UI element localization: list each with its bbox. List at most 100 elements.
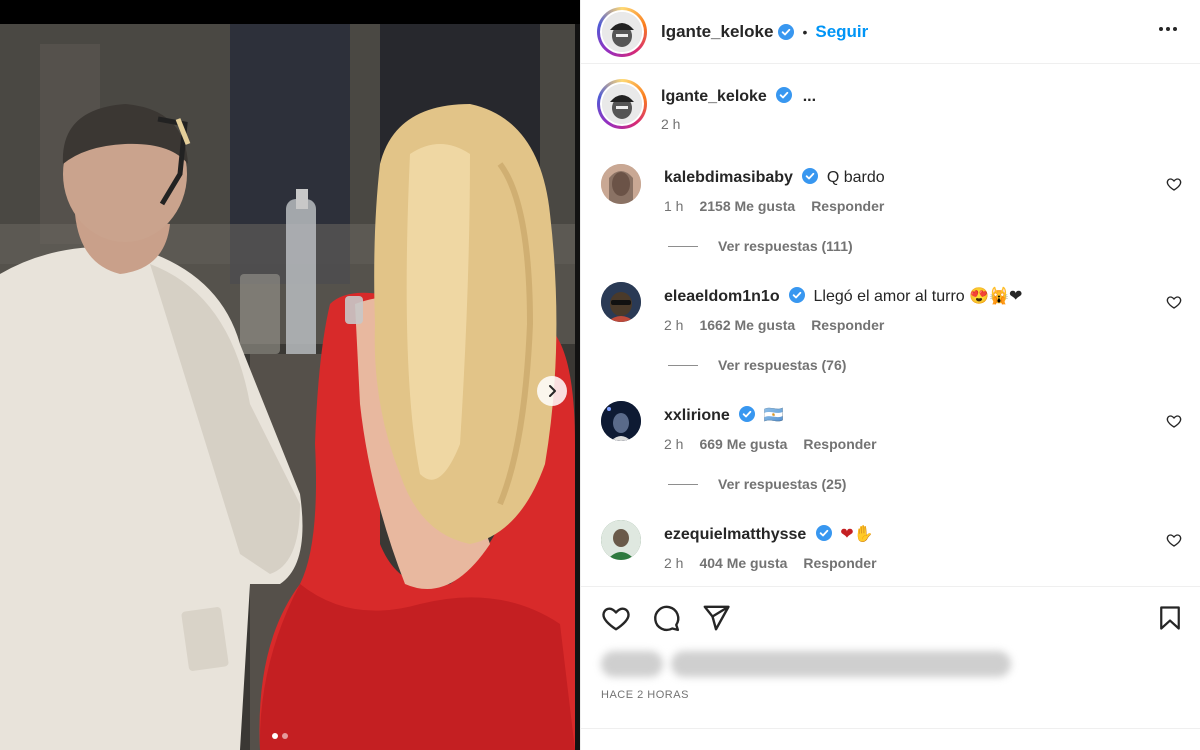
carousel-dot-active: [272, 733, 278, 739]
comment-time[interactable]: 1 h: [664, 198, 683, 214]
verified-badge-icon: [815, 525, 832, 541]
post-caption: lgante_keloke ... 2 h: [581, 65, 1200, 132]
replies-line: [668, 483, 698, 485]
reply-button[interactable]: Responder: [803, 555, 876, 571]
caption-username[interactable]: lgante_keloke: [661, 88, 767, 105]
more-horizontal-icon: [1159, 27, 1177, 31]
comment-item: kalebdimasibaby Q bardo 1 h 2158 Me gust…: [581, 164, 1200, 214]
post-header: lgante_keloke • Seguir: [581, 0, 1200, 64]
avatar-portrait: [601, 520, 641, 560]
comment-line: eleaeldom1n1o Llegó el amor al turro 😍🙀❤: [664, 286, 1022, 306]
carousel-dots: [272, 733, 288, 739]
caption-body: lgante_keloke ... 2 h: [661, 79, 816, 132]
avatar-image: [602, 11, 642, 52]
view-replies-label: Ver respuestas (111): [718, 238, 853, 254]
comment-item: xxlirione 🇦🇷 2 h 669 Me gusta Responder: [581, 401, 1200, 452]
comment-line: kalebdimasibaby Q bardo: [664, 168, 885, 187]
caption-avatar[interactable]: [597, 79, 647, 129]
comment-avatar[interactable]: [601, 401, 641, 441]
avatar-inner: [600, 82, 644, 126]
verified-badge-icon: [802, 168, 819, 184]
verified-badge-icon: [739, 406, 756, 422]
comment-likes[interactable]: 2158 Me gusta: [699, 198, 795, 214]
like-comment-heart-icon[interactable]: [1166, 294, 1182, 310]
comment-avatar[interactable]: [601, 164, 641, 204]
author-avatar[interactable]: [597, 6, 647, 57]
avatar-portrait: [602, 84, 642, 124]
comment-item: eleaeldom1n1o Llegó el amor al turro 😍🙀❤…: [581, 282, 1200, 333]
comment-text: 🇦🇷: [763, 407, 784, 424]
replies-line: [668, 364, 698, 366]
dot-separator: •: [802, 23, 808, 40]
comment-meta: 1 h 2158 Me gusta Responder: [664, 198, 885, 214]
comment-meta: 2 h 1662 Me gusta Responder: [664, 317, 1022, 333]
comment-username[interactable]: xxlirione: [664, 407, 730, 424]
comment-body: kalebdimasibaby Q bardo 1 h 2158 Me gust…: [664, 164, 885, 214]
comment-item: ezequielmatthysse ❤✋ 2 h 404 Me gusta Re…: [581, 520, 1200, 571]
like-comment-heart-icon[interactable]: [1166, 176, 1182, 192]
reply-button[interactable]: Responder: [811, 198, 884, 214]
post-side-panel: lgante_keloke • Seguir lgante_keloke ...…: [580, 0, 1200, 750]
comment-username[interactable]: ezequielmatthysse: [664, 526, 806, 543]
photo-top-bar: [0, 0, 580, 24]
post-photo[interactable]: [0, 24, 575, 750]
likes-summary-blurred: [601, 651, 1184, 677]
view-replies-button[interactable]: Ver respuestas (111): [668, 238, 1200, 254]
view-replies-button[interactable]: Ver respuestas (25): [668, 476, 1200, 492]
view-replies-label: Ver respuestas (76): [718, 357, 847, 373]
reply-button[interactable]: Responder: [803, 436, 876, 452]
blurred-avatars: [601, 651, 663, 677]
like-comment-heart-icon[interactable]: [1166, 532, 1182, 548]
comment-text: ❤✋: [840, 526, 874, 543]
avatar-portrait: [601, 282, 641, 322]
comment-likes[interactable]: 669 Me gusta: [699, 436, 787, 452]
comment-meta: 2 h 404 Me gusta Responder: [664, 555, 877, 571]
avatar-portrait: [602, 11, 642, 52]
avatar-portrait: [601, 401, 641, 441]
comment-text: Llegó el amor al turro 😍🙀❤: [813, 288, 1023, 305]
verified-badge-icon: [789, 287, 806, 303]
chevron-right-icon: [549, 385, 556, 397]
comment-likes[interactable]: 1662 Me gusta: [699, 317, 795, 333]
blurred-likes-text: [671, 651, 1011, 677]
send-icon[interactable]: [701, 603, 731, 633]
comment-time[interactable]: 2 h: [664, 317, 683, 333]
replies-line: [668, 245, 698, 247]
comment-username[interactable]: kalebdimasibaby: [664, 169, 793, 186]
post-photo-pane: [0, 0, 580, 750]
comment-avatar[interactable]: [601, 282, 641, 322]
reply-button[interactable]: Responder: [811, 317, 884, 333]
author-username[interactable]: lgante_keloke: [661, 22, 773, 42]
more-options-button[interactable]: [1152, 13, 1184, 50]
post-actions-bar: HACE 2 HORAS: [581, 586, 1200, 701]
heart-icon[interactable]: [601, 603, 631, 633]
carousel-next-button[interactable]: [537, 376, 567, 406]
comment-meta: 2 h 669 Me gusta Responder: [664, 436, 877, 452]
comment-likes[interactable]: 404 Me gusta: [699, 555, 787, 571]
caption-line: lgante_keloke ...: [661, 87, 816, 106]
avatar-inner: [600, 9, 644, 54]
comment-text: Q bardo: [826, 169, 885, 186]
comments-scroll-area[interactable]: lgante_keloke ... 2 h kalebdimasibaby Q …: [581, 65, 1200, 585]
comment-time[interactable]: 2 h: [664, 436, 683, 452]
verified-badge-icon: [776, 87, 793, 103]
bookmark-icon[interactable]: [1156, 604, 1184, 632]
comment-box-divider: [581, 728, 1200, 729]
comment-line: ezequielmatthysse ❤✋: [664, 524, 877, 544]
view-replies-button[interactable]: Ver respuestas (76): [668, 357, 1200, 373]
comment-icon[interactable]: [651, 603, 681, 633]
comment-username[interactable]: eleaeldom1n1o: [664, 288, 780, 305]
like-comment-heart-icon[interactable]: [1166, 413, 1182, 429]
post-photo-illustration: [0, 24, 575, 750]
follow-button[interactable]: Seguir: [815, 22, 868, 42]
carousel-dot: [282, 733, 288, 739]
avatar-portrait: [601, 164, 641, 204]
comment-avatar[interactable]: [601, 520, 641, 560]
comment-time[interactable]: 2 h: [664, 555, 683, 571]
caption-time: 2 h: [661, 116, 681, 132]
caption-text: ...: [802, 88, 817, 105]
action-icons-row: [601, 603, 1184, 633]
post-timestamp: HACE 2 HORAS: [601, 689, 689, 701]
view-replies-label: Ver respuestas (25): [718, 476, 847, 492]
comment-body: xxlirione 🇦🇷 2 h 669 Me gusta Responder: [664, 401, 877, 452]
